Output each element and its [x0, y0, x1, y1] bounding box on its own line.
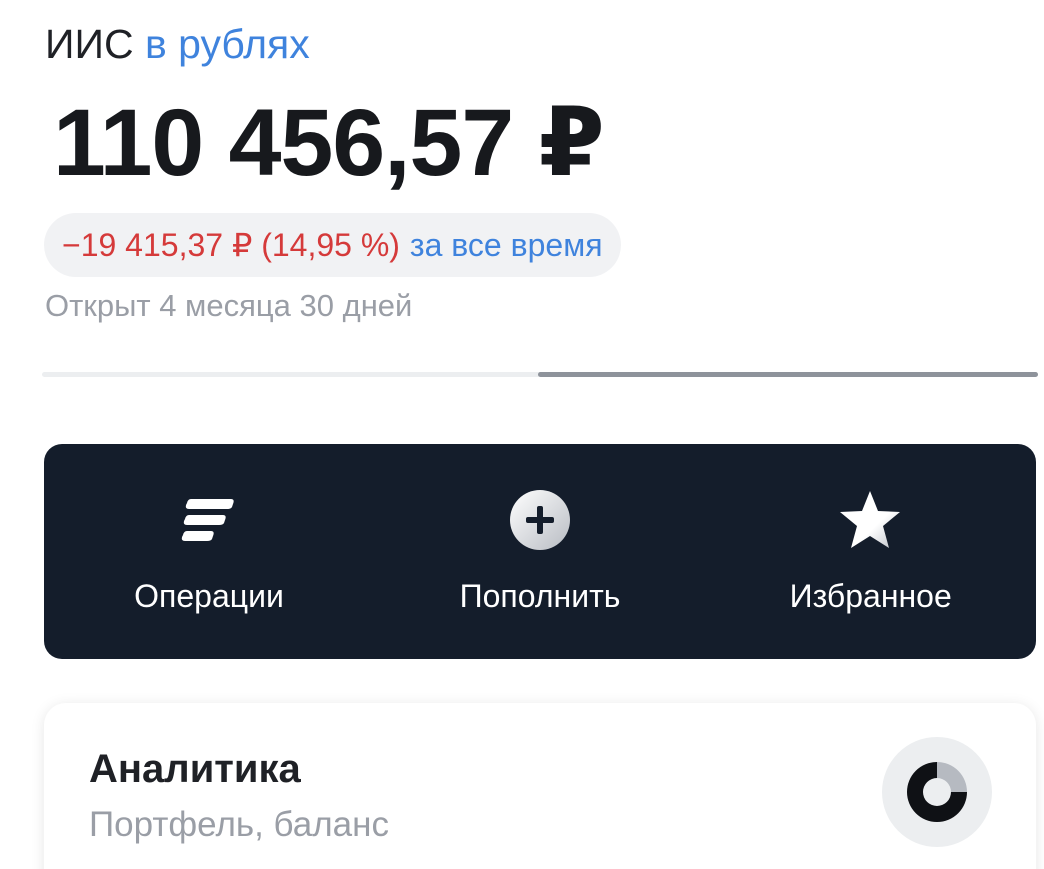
star-icon	[838, 488, 902, 552]
analytics-title: Аналитика	[89, 747, 301, 791]
donut-chart-icon	[882, 737, 992, 847]
operations-button[interactable]: Операции	[44, 444, 375, 659]
top-up-label: Пополнить	[459, 578, 621, 614]
account-opened-duration: Открыт 4 месяца 30 дней	[45, 288, 413, 323]
currency-link[interactable]: в рублях	[145, 21, 310, 67]
account-screen: ИИС в рублях 110 456,57 ₽ −19 415,37 ₽ (…	[0, 0, 1044, 869]
pnl-change: −19 415,37 ₽ (14,95 %)	[62, 227, 400, 263]
page-indicator-thumb	[538, 372, 1038, 377]
operations-icon	[177, 488, 241, 552]
favorites-button[interactable]: Избранное	[705, 444, 1036, 659]
pnl-pill[interactable]: −19 415,37 ₽ (14,95 %) за все время	[44, 213, 621, 277]
account-name: ИИС	[45, 21, 134, 67]
pnl-period: за все время	[409, 226, 603, 263]
analytics-card[interactable]: Аналитика Портфель, баланс	[44, 703, 1036, 869]
account-header: ИИС в рублях	[45, 18, 310, 70]
plus-circle-icon	[508, 488, 572, 552]
favorites-label: Избранное	[789, 578, 952, 614]
page-indicator	[42, 372, 1038, 377]
analytics-subtitle: Портфель, баланс	[89, 805, 389, 844]
actions-panel: Операции Пополнить Избранное	[44, 444, 1036, 659]
operations-label: Операции	[134, 578, 284, 614]
top-up-button[interactable]: Пополнить	[375, 444, 706, 659]
balance-amount: 110 456,57 ₽	[53, 90, 605, 196]
